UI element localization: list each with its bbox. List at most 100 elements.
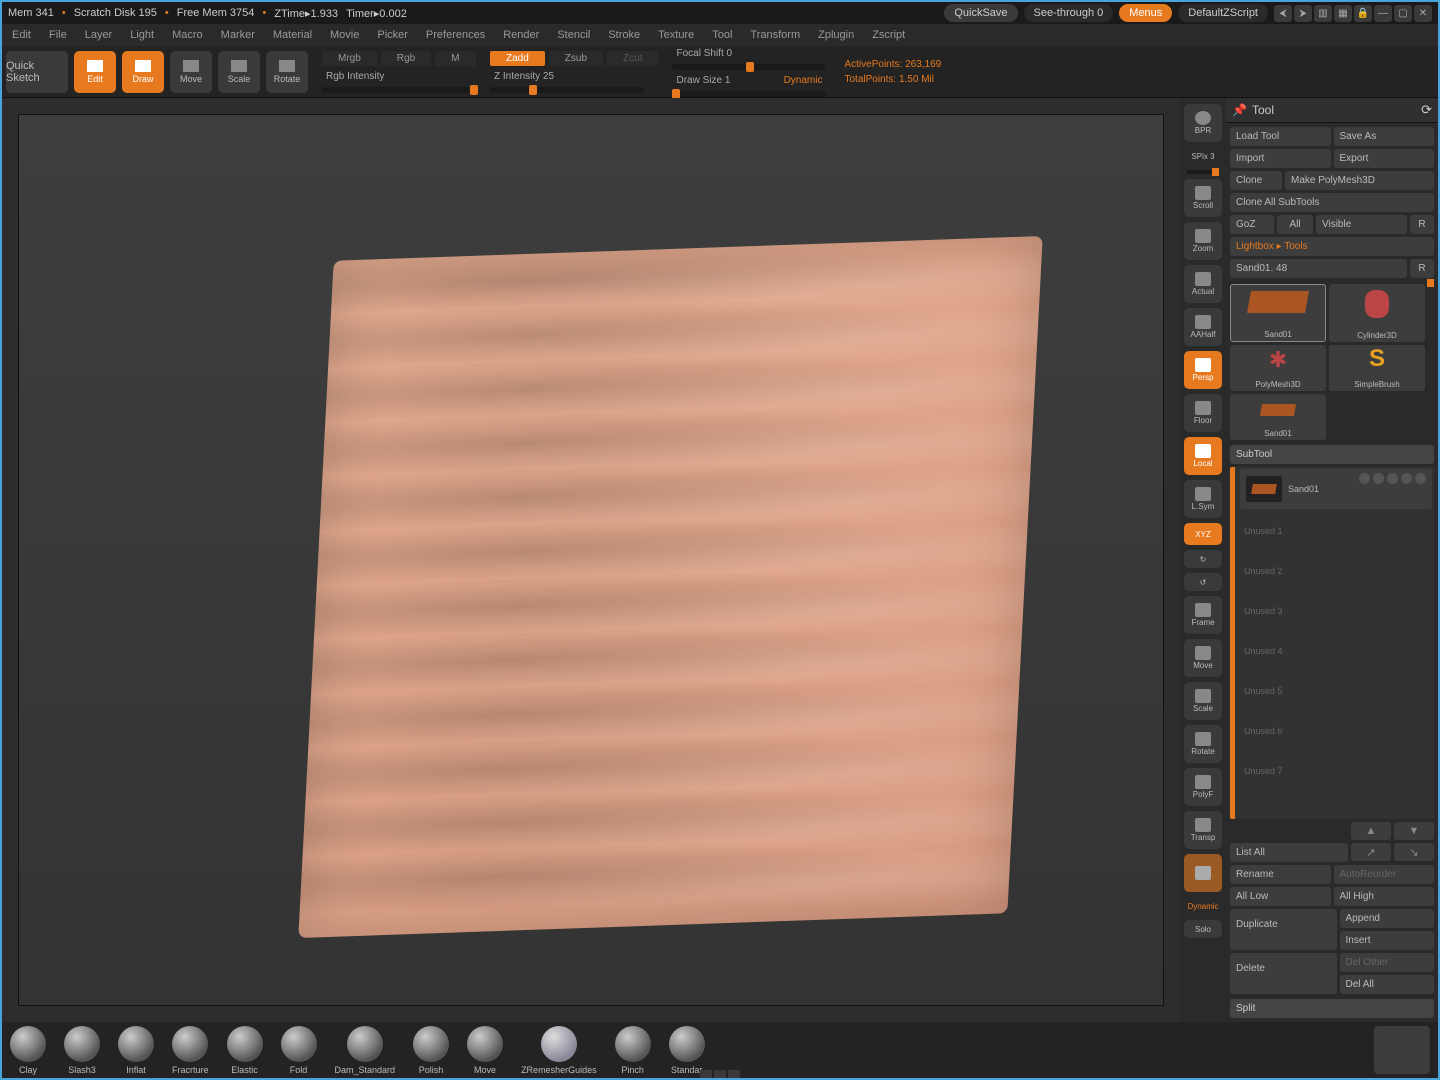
- menu-light[interactable]: Light: [124, 27, 160, 43]
- menu-edit[interactable]: Edit: [6, 27, 37, 43]
- zsub-chip[interactable]: Zsub: [549, 51, 603, 66]
- focal-shift-slider[interactable]: [672, 64, 826, 70]
- subtool-unused[interactable]: Unused 6: [1238, 711, 1434, 751]
- transp-button[interactable]: Transp: [1184, 811, 1222, 849]
- solo-button[interactable]: Solo: [1184, 920, 1222, 938]
- lightbox-tools-header[interactable]: Lightbox ▸ Tools: [1230, 237, 1434, 256]
- make-polymesh3d-button[interactable]: Make PolyMesh3D: [1285, 171, 1434, 190]
- split-header[interactable]: Split: [1230, 999, 1434, 1018]
- pin-icon[interactable]: 📌: [1232, 103, 1246, 117]
- menu-transform[interactable]: Transform: [744, 27, 806, 43]
- move-view-button[interactable]: Move: [1184, 639, 1222, 677]
- brush-clay[interactable]: Clay: [10, 1026, 46, 1075]
- tool-name-field[interactable]: Sand01. 48: [1230, 259, 1407, 278]
- delete-button[interactable]: Delete: [1230, 953, 1337, 994]
- menu-layer[interactable]: Layer: [79, 27, 119, 43]
- rot-z-icon[interactable]: ↺: [1184, 573, 1222, 591]
- scale-button[interactable]: Scale: [218, 51, 260, 93]
- quicksave-button[interactable]: QuickSave: [944, 4, 1017, 22]
- arrow-up2-icon[interactable]: ↗: [1351, 843, 1391, 861]
- brush-pinch[interactable]: Pinch: [615, 1026, 651, 1075]
- all-button[interactable]: All: [1277, 215, 1313, 234]
- rotate-button[interactable]: Rotate: [266, 51, 308, 93]
- insert-button[interactable]: Insert: [1340, 931, 1435, 950]
- menu-macro[interactable]: Macro: [166, 27, 209, 43]
- bpr-button[interactable]: BPR: [1184, 104, 1222, 142]
- xyz-button[interactable]: XYZ: [1184, 523, 1222, 545]
- polyf-button[interactable]: PolyF: [1184, 768, 1222, 806]
- subtool-item-active[interactable]: Sand01: [1240, 469, 1432, 509]
- arrow-dn2-icon[interactable]: ↘: [1394, 843, 1434, 861]
- edit-button[interactable]: Edit: [74, 51, 116, 93]
- menu-texture[interactable]: Texture: [652, 27, 700, 43]
- brush-fold[interactable]: Fold: [281, 1026, 317, 1075]
- goz-button[interactable]: GoZ: [1230, 215, 1274, 234]
- clone-all-subtools-button[interactable]: Clone All SubTools: [1230, 193, 1434, 212]
- move-button[interactable]: Move: [170, 51, 212, 93]
- max-icon[interactable]: ▢: [1394, 5, 1412, 22]
- menus-toggle[interactable]: Menus: [1119, 4, 1172, 22]
- min-icon[interactable]: —: [1374, 5, 1392, 22]
- scroll-button[interactable]: Scroll: [1184, 179, 1222, 217]
- brush-zremesherguides[interactable]: ZRemesherGuides: [521, 1026, 597, 1075]
- reload-icon[interactable]: ⟳: [1421, 102, 1432, 118]
- subtool-header[interactable]: SubTool: [1230, 445, 1434, 464]
- del-other-button[interactable]: Del Other: [1340, 953, 1435, 972]
- close-icon[interactable]: ✕: [1414, 5, 1432, 22]
- brush-move[interactable]: Move: [467, 1026, 503, 1075]
- zadd-chip[interactable]: Zadd: [490, 51, 545, 66]
- history-back-icon[interactable]: ⮜: [1274, 5, 1292, 22]
- seethrough-slider[interactable]: See-through 0: [1024, 4, 1114, 22]
- subtool-unused[interactable]: Unused 3: [1238, 591, 1434, 631]
- tool-thumb-polymesh3d[interactable]: ✱PolyMesh3D: [1230, 345, 1326, 391]
- brush-slash3[interactable]: Slash3: [64, 1026, 100, 1075]
- dynamic-label[interactable]: Dynamic: [780, 73, 827, 88]
- frame-button[interactable]: Frame: [1184, 596, 1222, 634]
- subtool-unused[interactable]: Unused 4: [1238, 631, 1434, 671]
- move-up-button[interactable]: ▲: [1351, 822, 1391, 840]
- layout-b-icon[interactable]: ▦: [1334, 5, 1352, 22]
- r-button[interactable]: R: [1410, 215, 1434, 234]
- clone-button[interactable]: Clone: [1230, 171, 1282, 190]
- subtool-unused[interactable]: Unused 1: [1238, 511, 1434, 551]
- subtool-unused[interactable]: Unused 5: [1238, 671, 1434, 711]
- brush-polish[interactable]: Polish: [413, 1026, 449, 1075]
- floor-button[interactable]: Floor: [1184, 394, 1222, 432]
- brush-standard[interactable]: Standar: [669, 1026, 705, 1075]
- viewport-canvas[interactable]: [18, 114, 1164, 1006]
- spix-slider[interactable]: [1187, 170, 1219, 174]
- list-all-button[interactable]: List All: [1230, 843, 1348, 862]
- rgb-intensity-slider[interactable]: [322, 87, 476, 93]
- subtool-vis-icons[interactable]: [1359, 473, 1426, 484]
- duplicate-button[interactable]: Duplicate: [1230, 909, 1337, 950]
- save-as-button[interactable]: Save As: [1334, 127, 1435, 146]
- brush-damstandard[interactable]: Dam_Standard: [335, 1026, 396, 1075]
- history-fwd-icon[interactable]: ⮞: [1294, 5, 1312, 22]
- subtool-unused[interactable]: Unused 7: [1238, 751, 1434, 791]
- menu-stroke[interactable]: Stroke: [602, 27, 646, 43]
- lock-icon[interactable]: 🔒: [1354, 5, 1372, 22]
- rename-button[interactable]: Rename: [1230, 865, 1331, 884]
- subtool-scrollbar[interactable]: [1230, 467, 1235, 819]
- menu-zscript[interactable]: Zscript: [866, 27, 911, 43]
- menu-movie[interactable]: Movie: [324, 27, 365, 43]
- all-low-button[interactable]: All Low: [1230, 887, 1331, 906]
- r-button-2[interactable]: R: [1410, 259, 1434, 278]
- quicksketch-button[interactable]: Quick Sketch: [6, 51, 68, 93]
- rot-y-icon[interactable]: ↻: [1184, 550, 1222, 568]
- brush-elastic[interactable]: Elastic: [227, 1026, 263, 1075]
- menu-stencil[interactable]: Stencil: [551, 27, 596, 43]
- del-all-button[interactable]: Del All: [1340, 975, 1435, 994]
- local-button[interactable]: Local: [1184, 437, 1222, 475]
- import-button[interactable]: Import: [1230, 149, 1331, 168]
- menu-marker[interactable]: Marker: [215, 27, 261, 43]
- tool-thumb-sand01[interactable]: Sand01: [1230, 284, 1326, 342]
- menu-file[interactable]: File: [43, 27, 73, 43]
- actual-button[interactable]: Actual: [1184, 265, 1222, 303]
- mrgb-chip[interactable]: Mrgb: [322, 51, 377, 66]
- draw-size-slider[interactable]: [672, 91, 826, 97]
- export-button[interactable]: Export: [1334, 149, 1435, 168]
- zoom-button[interactable]: Zoom: [1184, 222, 1222, 260]
- menu-material[interactable]: Material: [267, 27, 318, 43]
- current-brush-preview[interactable]: [1374, 1026, 1430, 1074]
